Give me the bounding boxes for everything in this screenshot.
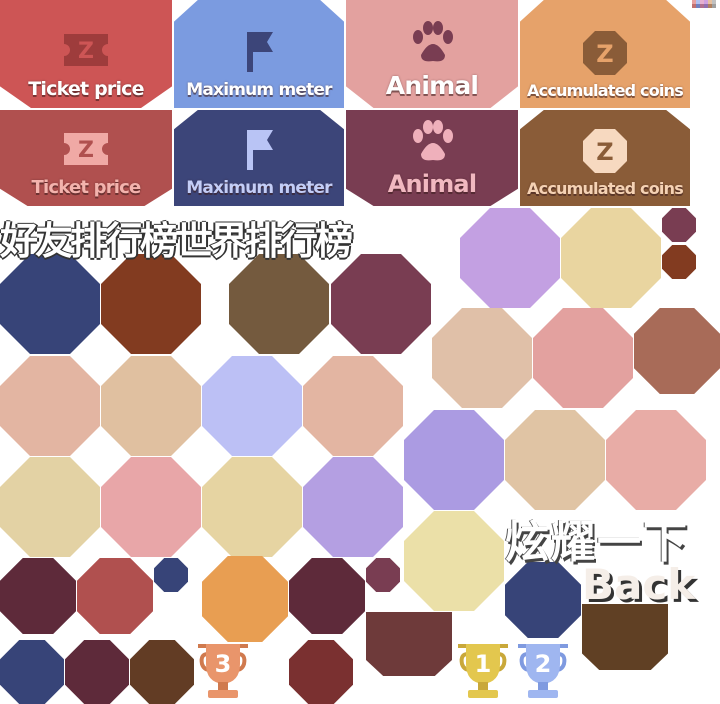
octagon-sprite [202,457,302,557]
octagon-sprite [366,558,400,592]
svg-text:Z: Z [78,39,94,64]
accumulated-coins-tile-pressed[interactable]: Z Accumulated coins [520,110,690,206]
octagon-sprite [634,308,720,394]
animal-tile[interactable]: Animal [346,0,518,108]
flag-icon [247,32,273,72]
octagon-sprite [432,308,532,408]
ticket-price-label: Ticket price [28,78,144,100]
octagon-sprite [404,511,504,611]
animal-label-pressed: Animal [387,170,477,198]
ticket-icon: Z [64,34,108,66]
ticket-price-tile-pressed[interactable]: Z Ticket price [0,110,172,206]
animal-label: Animal [385,71,479,100]
trophy-silver-number: 2 [535,650,552,678]
octagon-sprite [289,558,365,634]
flag-icon [247,130,273,170]
panel-sprite [366,612,452,676]
maximum-meter-tile-pressed[interactable]: Maximum meter [174,110,344,206]
octagon-sprite [0,356,100,456]
leaderboard-banner: 好友排行榜世界排行榜 [0,219,353,263]
octagon-sprite [65,640,129,704]
octagon-sprite [303,356,403,456]
trophy-gold-icon: 1 [458,644,508,698]
octagon-sprite [154,558,188,592]
octagon-sprite [101,254,201,354]
octagon-sprite [0,640,64,704]
animal-tile-pressed[interactable]: Animal [346,110,518,206]
ticket-price-label-pressed: Ticket price [31,177,142,198]
octagon-sprite [229,254,329,354]
svg-text:Z: Z [78,138,94,163]
ticket-icon: Z [64,133,108,165]
palette-swatch [692,0,716,8]
octagon-sprite [460,208,560,308]
paw-icon [413,21,453,62]
octagon-sprite [331,254,431,354]
accumulated-coins-label: Accumulated coins [527,81,684,100]
paw-icon [413,120,453,161]
octagon-sprite [662,208,696,242]
octagon-sprite [0,254,100,354]
octagon-sprite [533,308,633,408]
octagon-sprite [289,640,353,704]
octagon-sprite [505,410,605,510]
octagon-sprite [505,562,581,638]
octagon-sprite [662,245,696,279]
octagon-sprite [101,356,201,456]
octagon-sprite [130,640,194,704]
accumulated-coins-label-pressed: Accumulated coins [527,179,684,198]
maximum-meter-label: Maximum meter [186,80,332,100]
coin-icon: Z [583,31,627,75]
maximum-meter-label-pressed: Maximum meter [186,178,332,198]
octagon-sprite [303,457,403,557]
octagon-sprite [606,410,706,510]
octagon-sprite [101,457,201,557]
back-button[interactable]: Back [582,560,695,609]
trophy-bronze-icon: 3 [198,644,248,698]
octagon-sprite [0,558,76,634]
trophy-bronze-number: 3 [215,650,232,678]
octagon-sprite [561,208,661,308]
svg-text:Z: Z [596,138,613,166]
octagon-sprite [77,558,153,634]
octagon-sprite [0,457,100,557]
svg-text:Z: Z [596,40,613,68]
octagon-sprite [202,556,288,642]
accumulated-coins-tile[interactable]: Z Accumulated coins [520,0,690,108]
panel-sprite [582,604,668,670]
octagon-sprite [202,356,302,456]
octagon-sprite [404,410,504,510]
maximum-meter-tile[interactable]: Maximum meter [174,0,344,108]
ticket-price-tile[interactable]: Z Ticket price [0,0,172,108]
trophy-silver-icon: 2 [518,644,568,698]
coin-icon: Z [583,129,627,173]
trophy-gold-number: 1 [475,650,492,678]
